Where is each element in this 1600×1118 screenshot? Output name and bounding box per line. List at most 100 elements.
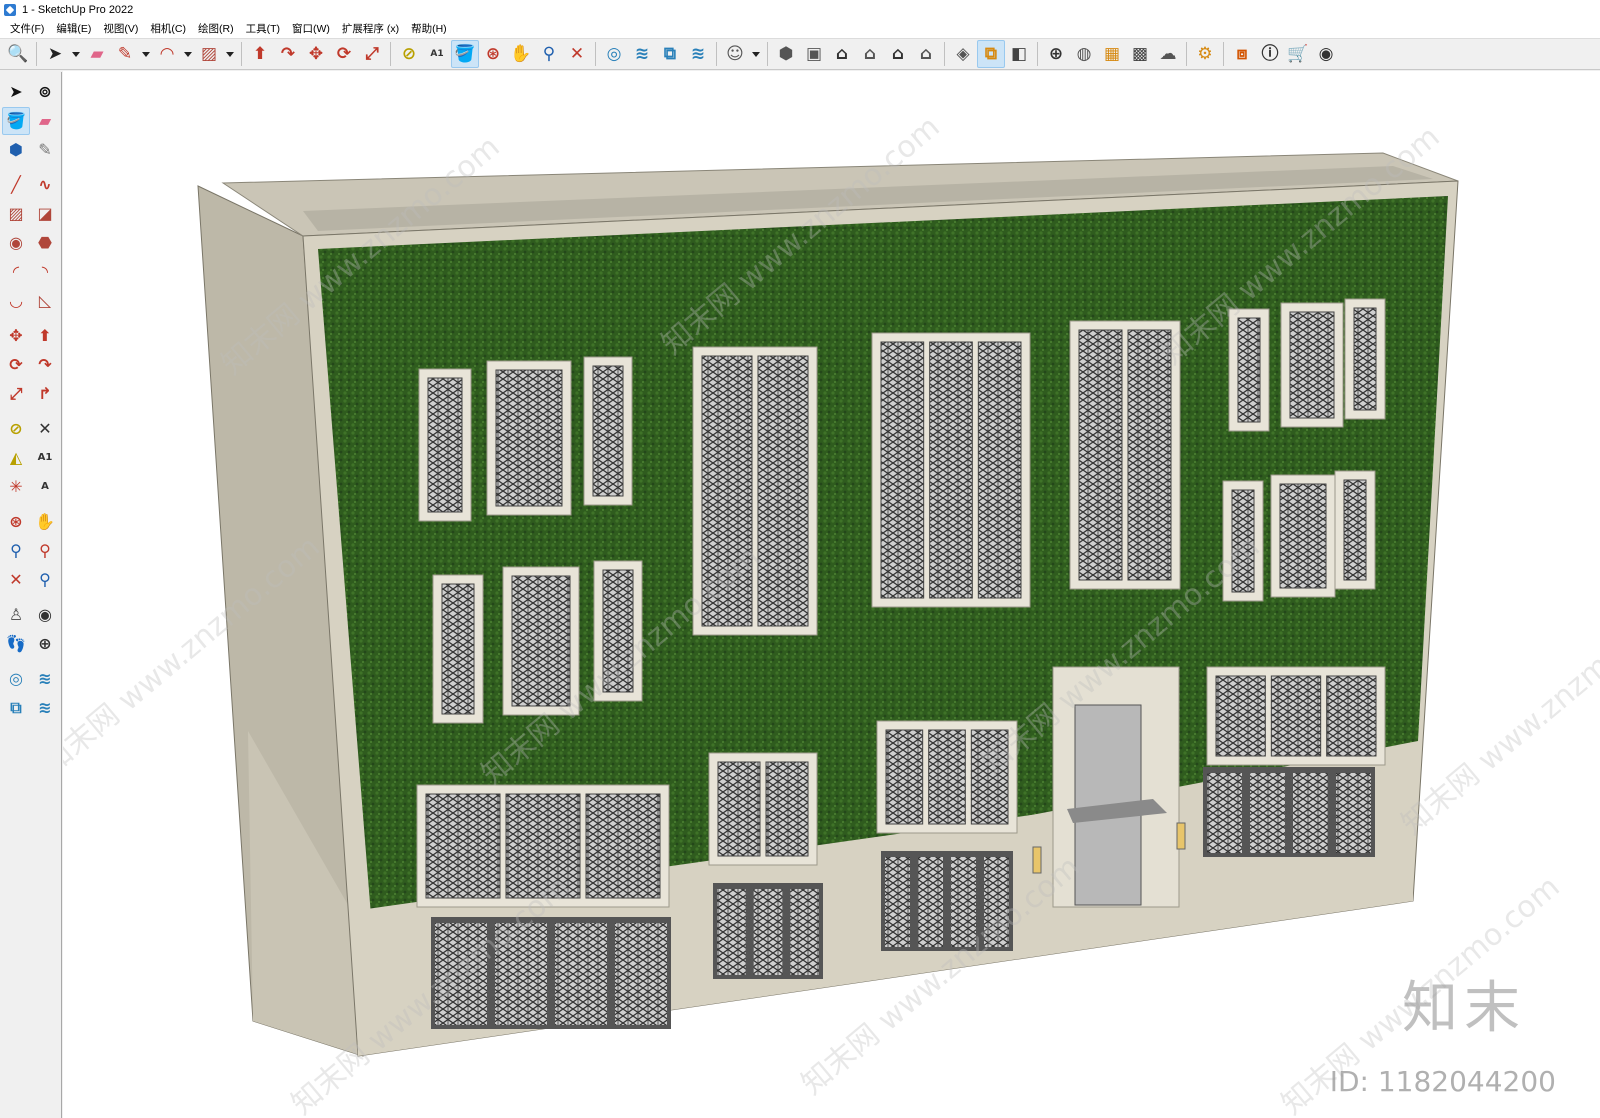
three-point-arc-tool-button[interactable]: ◡ — [2, 287, 30, 315]
xray-style-button[interactable]: ◈ — [949, 40, 977, 68]
move-tool-button[interactable]: ✥ — [2, 322, 30, 350]
two-point-arc-tool-button[interactable]: ◝ — [31, 258, 59, 286]
info-button[interactable]: ⓘ — [1256, 40, 1284, 68]
text-tool-button[interactable]: A1 — [31, 444, 59, 472]
extension-tool-button[interactable]: ≋ — [31, 665, 59, 693]
follow-me-tool-button[interactable]: ↷ — [31, 351, 59, 379]
menu-item[interactable]: 视图(V) — [97, 20, 144, 38]
front-view-button[interactable]: ⌂ — [828, 40, 856, 68]
wireframe-style-button[interactable]: ⧉ — [977, 40, 1005, 68]
paint-bucket-tool-button[interactable]: 🪣 — [2, 107, 30, 135]
rectangle-button[interactable]: ▨ — [195, 40, 223, 68]
warehouse-tool-button[interactable]: ◎ — [2, 665, 30, 693]
select-arrow-button[interactable]: ➤ — [41, 40, 69, 68]
cart-button[interactable]: 🛒 — [1284, 40, 1312, 68]
line-tool-button[interactable]: ╱ — [2, 171, 30, 199]
walk-button[interactable]: 👣 — [2, 630, 30, 658]
rectangle-tool-button[interactable]: ▨ — [2, 200, 30, 228]
position-camera-button[interactable]: ♙ — [2, 601, 30, 629]
iso-view-button[interactable]: ⬢ — [772, 40, 800, 68]
layout-tool-button[interactable]: ⧉ — [2, 694, 30, 722]
follow-me-button[interactable]: ↷ — [274, 40, 302, 68]
message-button[interactable]: ⧈ — [1228, 40, 1256, 68]
pan-nav-button[interactable]: ✋ — [31, 508, 59, 536]
left-view-button[interactable]: ⌂ — [912, 40, 940, 68]
style-tool-button[interactable]: ≋ — [31, 694, 59, 722]
settings-button[interactable]: ⚙ — [1191, 40, 1219, 68]
zoom-extents-button[interactable]: ✕ — [563, 40, 591, 68]
circle-tool-button[interactable]: ◉ — [2, 229, 30, 257]
menu-item[interactable]: 绘图(R) — [192, 20, 240, 38]
pencil-button[interactable]: ✎ — [111, 40, 139, 68]
rotate-button[interactable]: ⟳ — [330, 40, 358, 68]
zoom-nav-button[interactable]: ⚲ — [2, 537, 30, 565]
zoom-button[interactable]: ⚲ — [535, 40, 563, 68]
orbit-button[interactable]: ⊛ — [479, 40, 507, 68]
right-view-button[interactable]: ⌂ — [856, 40, 884, 68]
menu-item[interactable]: 窗口(W) — [286, 20, 336, 38]
zoom-search-button[interactable]: 🔍 — [4, 40, 32, 68]
orbit-nav-button[interactable]: ⊛ — [2, 508, 30, 536]
menu-item[interactable]: 相机(C) — [144, 20, 192, 38]
axes-tool-button[interactable]: ✳ — [2, 473, 30, 501]
tape-measure-tool-button[interactable]: ⊘ — [2, 415, 30, 443]
style-builder-button[interactable]: ≋ — [684, 40, 712, 68]
previous-view-button[interactable]: ⚲ — [31, 566, 59, 594]
dropdown-arrow-icon[interactable] — [223, 40, 237, 68]
pan-button[interactable]: ✋ — [507, 40, 535, 68]
model-viewport[interactable]: 知末网 www.znzmo.com 知末网 www.znzmo.com 知末网 … — [63, 71, 1600, 1118]
dropdown-arrow-icon[interactable] — [69, 40, 83, 68]
top-view-button[interactable]: ▣ — [800, 40, 828, 68]
tape-measure-button[interactable]: ⊘ — [395, 40, 423, 68]
dimension-tool-button[interactable]: ✕ — [31, 415, 59, 443]
add-location-button[interactable]: ⊕ — [1042, 40, 1070, 68]
protractor-tool-button[interactable]: ◭ — [2, 444, 30, 472]
component-button[interactable]: ⬢ — [2, 136, 30, 164]
terrain-button[interactable]: ▦ — [1098, 40, 1126, 68]
cloud-button[interactable]: ☁ — [1154, 40, 1182, 68]
menu-item[interactable]: 工具(T) — [240, 20, 286, 38]
extension-warehouse-button[interactable]: ≋ — [628, 40, 656, 68]
checker-button[interactable]: ▩ — [1126, 40, 1154, 68]
paint-bucket-button[interactable]: 🪣 — [451, 40, 479, 68]
shadow-button[interactable]: ◍ — [1070, 40, 1098, 68]
menu-item[interactable]: 帮助(H) — [405, 20, 453, 38]
orbit-tool-button[interactable]: ⊚ — [31, 78, 59, 106]
dropdown-arrow-icon[interactable] — [139, 40, 153, 68]
back-view-button[interactable]: ⌂ — [884, 40, 912, 68]
shaded-style-button[interactable]: ◧ — [1005, 40, 1033, 68]
push-pull-button[interactable]: ⬆ — [246, 40, 274, 68]
eraser-button[interactable]: ▰ — [83, 40, 111, 68]
push-pull-tool-button[interactable]: ⬆ — [31, 322, 59, 350]
scale-tool-button[interactable]: ⤢ — [2, 380, 30, 408]
pie-tool-button[interactable]: ◺ — [31, 287, 59, 315]
zoom-window-button[interactable]: ⚲ — [31, 537, 59, 565]
rotated-rectangle-tool-button[interactable]: ◪ — [31, 200, 59, 228]
freehand-tool-button[interactable]: ∿ — [31, 171, 59, 199]
menu-item[interactable]: 扩展程序 (x) — [336, 20, 405, 38]
dropdown-arrow-icon[interactable] — [749, 40, 763, 68]
section-plane-button[interactable]: ⊕ — [31, 630, 59, 658]
arc-button[interactable]: ◠ — [153, 40, 181, 68]
polygon-tool-button[interactable]: ⬣ — [31, 229, 59, 257]
move-button[interactable]: ✥ — [302, 40, 330, 68]
3d-text-tool-button[interactable]: A — [31, 473, 59, 501]
account-button[interactable]: ☺ — [721, 40, 749, 68]
dropdown-arrow-icon[interactable] — [181, 40, 195, 68]
warehouse-button[interactable]: ◎ — [600, 40, 628, 68]
building-model[interactable] — [63, 71, 1600, 1118]
text-button[interactable]: A1 — [423, 40, 451, 68]
layout-button[interactable]: ⧉ — [656, 40, 684, 68]
arc-tool-button[interactable]: ◜ — [2, 258, 30, 286]
select-button[interactable]: ➤ — [2, 78, 30, 106]
offset-tool-button[interactable]: ↱ — [31, 380, 59, 408]
menu-item[interactable]: 编辑(E) — [50, 20, 97, 38]
menu-item[interactable]: 文件(F) — [4, 20, 50, 38]
zoom-extents-nav-button[interactable]: ✕ — [2, 566, 30, 594]
eraser-tool-button[interactable]: ▰ — [31, 107, 59, 135]
scale-button[interactable]: ⤢ — [358, 40, 386, 68]
rotate-tool-button[interactable]: ⟳ — [2, 351, 30, 379]
profile-button[interactable]: ◉ — [1312, 40, 1340, 68]
look-around-button[interactable]: ◉ — [31, 601, 59, 629]
tag-button[interactable]: ✎ — [31, 136, 59, 164]
